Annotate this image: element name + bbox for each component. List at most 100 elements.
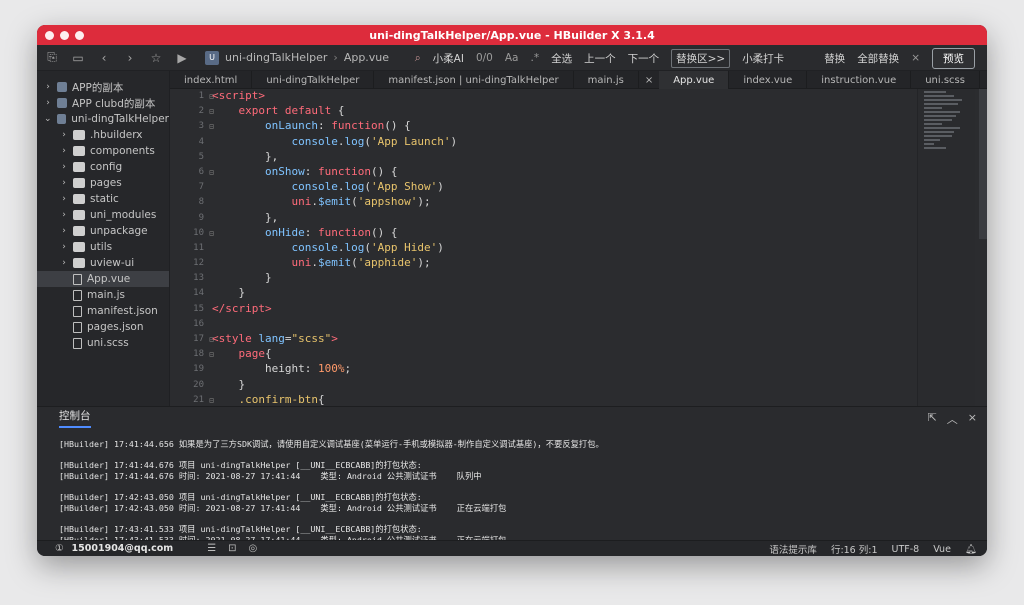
replace-area-toggle[interactable]: 替换区>> bbox=[671, 48, 731, 68]
code-line[interactable]: }, bbox=[212, 149, 892, 164]
editor-tab[interactable]: index.vue bbox=[729, 71, 808, 89]
sidebar-item[interactable]: uni.scss bbox=[37, 335, 169, 351]
code-line[interactable]: onShow: function() { bbox=[212, 164, 892, 179]
case-icon[interactable]: Aa bbox=[505, 52, 519, 64]
sidebar-item[interactable]: › .hbuilderx bbox=[37, 127, 169, 143]
sidebar-item[interactable]: › unpackage bbox=[37, 223, 169, 239]
preview-button[interactable]: 预览 bbox=[932, 47, 975, 69]
syntax-hint-lib[interactable]: 语法提示库 bbox=[769, 542, 817, 556]
code-line[interactable]: } bbox=[212, 285, 892, 300]
cursor-position[interactable]: 行:16 列:1 bbox=[831, 542, 878, 556]
forward-icon[interactable]: › bbox=[119, 48, 141, 68]
play-icon[interactable]: ▶ bbox=[171, 48, 193, 68]
sidebar-item[interactable]: ⌄ uni-dingTalkHelper bbox=[37, 111, 169, 127]
select-all-button[interactable]: 全选 bbox=[551, 51, 572, 66]
code-line[interactable]: </script> bbox=[212, 301, 892, 316]
sidebar-item[interactable]: App.vue bbox=[37, 271, 169, 287]
prev-match-button[interactable]: 上一个 bbox=[584, 51, 616, 66]
regex-icon[interactable]: .* bbox=[530, 52, 539, 64]
editor-tab[interactable]: uni.scss bbox=[911, 71, 980, 89]
editor-tab[interactable]: index.html bbox=[170, 71, 253, 89]
code-line[interactable]: page{ bbox=[212, 346, 892, 361]
code-line[interactable]: onLaunch: function() { bbox=[212, 118, 892, 133]
code-line[interactable]: onHide: function() { bbox=[212, 225, 892, 240]
user-account[interactable]: 15001904@qq.com bbox=[72, 543, 174, 554]
chevron-icon[interactable]: › bbox=[59, 178, 69, 188]
sidebar-item[interactable]: › uni_modules bbox=[37, 207, 169, 223]
language-mode[interactable]: Vue bbox=[933, 544, 951, 555]
replace-all-button[interactable]: 全部替换 bbox=[857, 51, 899, 66]
chevron-icon[interactable]: › bbox=[59, 242, 69, 252]
chevron-icon[interactable]: › bbox=[59, 194, 69, 204]
chevron-icon[interactable]: › bbox=[59, 226, 69, 236]
code-line[interactable]: <style lang="scss"> bbox=[212, 331, 892, 346]
code-line[interactable]: height: 100%; bbox=[212, 361, 892, 376]
code-line[interactable]: <script> bbox=[212, 89, 892, 103]
maximize-window-button[interactable] bbox=[75, 31, 84, 40]
code-line[interactable]: console.log('App Show') bbox=[212, 179, 892, 194]
sidebar-item[interactable]: › uview-ui bbox=[37, 255, 169, 271]
code-line[interactable] bbox=[212, 316, 892, 331]
sidebar-item[interactable]: manifest.json bbox=[37, 303, 169, 319]
search-label[interactable]: 小柔AI bbox=[433, 51, 464, 66]
editor-scrollbar[interactable] bbox=[979, 89, 987, 239]
export-icon[interactable]: ⇱ bbox=[928, 411, 937, 427]
file-encoding[interactable]: UTF-8 bbox=[892, 544, 920, 555]
chevron-icon[interactable]: › bbox=[59, 258, 69, 268]
replace-input[interactable]: 小柔打卡 bbox=[742, 51, 812, 66]
back-icon[interactable]: ‹ bbox=[93, 48, 115, 68]
code-line[interactable]: } bbox=[212, 377, 892, 392]
minimize-window-button[interactable] bbox=[60, 31, 69, 40]
code-area[interactable]: <script> export default { onLaunch: func… bbox=[212, 89, 892, 406]
breadcrumb-file[interactable]: App.vue bbox=[344, 51, 389, 64]
editor-tab[interactable]: instruction.vue bbox=[807, 71, 912, 89]
editor-tab[interactable]: main.js bbox=[574, 71, 639, 89]
sidebar-item[interactable]: › APP clubd的副本 bbox=[37, 95, 169, 111]
chevron-icon[interactable]: › bbox=[59, 146, 69, 156]
sidebar-item[interactable]: › utils bbox=[37, 239, 169, 255]
sidebar-item[interactable]: › config bbox=[37, 159, 169, 175]
editor-tab[interactable]: uni-dingTalkHelper bbox=[252, 71, 375, 89]
save-icon[interactable]: ⎘ bbox=[41, 48, 63, 68]
chevron-icon[interactable]: › bbox=[59, 130, 69, 140]
replace-button[interactable]: 替换 bbox=[824, 51, 845, 66]
editor-tab[interactable]: manifest.json | uni-dingTalkHelper bbox=[374, 71, 574, 89]
chevron-icon[interactable]: › bbox=[59, 162, 69, 172]
chevron-icon[interactable]: › bbox=[59, 210, 69, 220]
minimap[interactable] bbox=[917, 89, 975, 406]
disk-icon[interactable]: ▭ bbox=[67, 48, 89, 68]
chevron-up-icon[interactable]: ︿ bbox=[947, 411, 958, 427]
globe-icon[interactable]: ◎ bbox=[249, 543, 258, 554]
code-editor[interactable]: 1 ⊟ 2 ⊟ 3 ⊟ 4 5 6 ⊟ 7 8 9 10 ⊟ 11 12 13 14 15 16 17 ⊟ 18 ⊟ 19 20 21… bbox=[170, 89, 987, 406]
close-find-button[interactable]: × bbox=[911, 52, 920, 64]
code-line[interactable]: console.log('App Launch') bbox=[212, 134, 892, 149]
chevron-icon[interactable]: ⌄ bbox=[43, 114, 53, 124]
editor-tab[interactable]: App.vue bbox=[659, 71, 730, 89]
close-window-button[interactable] bbox=[45, 31, 54, 40]
sidebar-item[interactable]: › pages bbox=[37, 175, 169, 191]
code-line[interactable]: console.log('App Hide') bbox=[212, 240, 892, 255]
console-title[interactable]: 控制台 bbox=[59, 408, 91, 428]
code-line[interactable]: export default { bbox=[212, 103, 892, 118]
code-line[interactable]: } bbox=[212, 270, 892, 285]
code-line[interactable]: }, bbox=[212, 210, 892, 225]
chevron-icon[interactable]: › bbox=[43, 82, 53, 92]
star-icon[interactable]: ☆ bbox=[145, 48, 167, 68]
search-icon[interactable]: ⌕ bbox=[415, 52, 421, 65]
breadcrumb-project[interactable]: uni-dingTalkHelper bbox=[225, 51, 327, 64]
sidebar-item[interactable]: › static bbox=[37, 191, 169, 207]
terminal-icon[interactable]: ⊡ bbox=[228, 543, 236, 554]
bell-icon[interactable]: 🔔︎ bbox=[965, 544, 977, 555]
code-line[interactable]: uni.$emit('apphide'); bbox=[212, 255, 892, 270]
chevron-icon[interactable]: › bbox=[43, 98, 53, 108]
close-icon[interactable]: × bbox=[968, 411, 977, 427]
sidebar-item[interactable]: pages.json bbox=[37, 319, 169, 335]
tab-close-button[interactable]: × bbox=[639, 71, 659, 89]
next-match-button[interactable]: 下一个 bbox=[628, 51, 660, 66]
sidebar-item[interactable]: › components bbox=[37, 143, 169, 159]
sidebar-item[interactable]: › APP的副本 bbox=[37, 79, 169, 95]
sidebar-item[interactable]: main.js bbox=[37, 287, 169, 303]
list-icon[interactable]: ☰ bbox=[207, 543, 216, 554]
code-line[interactable]: uni.$emit('appshow'); bbox=[212, 194, 892, 209]
code-line[interactable]: .confirm-btn{ bbox=[212, 392, 892, 406]
